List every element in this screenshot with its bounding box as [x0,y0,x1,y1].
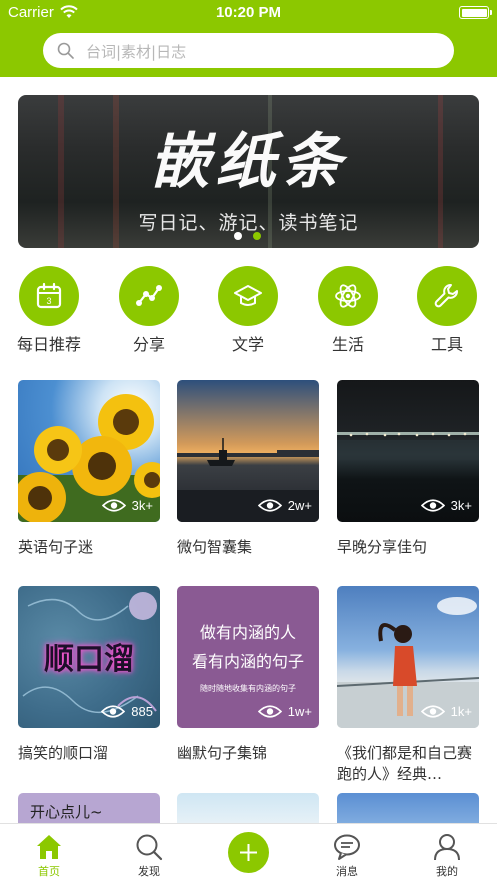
tab-messages[interactable]: 消息 [307,824,387,879]
tab-label: 发现 [138,865,160,878]
card-micro-quotes[interactable]: 2w+ 微句智囊集 [177,380,319,558]
category-tools[interactable]: 工具 [407,266,487,355]
card-cover-rhymes[interactable]: 顺口溜 885 [18,586,160,728]
eye-icon [420,705,445,718]
card-cover-happy[interactable]: 开心点儿~ [18,793,160,823]
category-label: 生活 [331,335,364,354]
category-literature[interactable]: 文学 [208,266,288,355]
tab-label: 消息 [336,865,358,878]
share-graph-icon [136,285,162,306]
view-count-value: 885 [131,704,153,719]
category-row: 3 每日推荐 分享 文学 生活 工具 [0,266,497,356]
wrench-icon [434,284,458,308]
banner-carousel[interactable]: 嵌纸条 写日记、游记、读书笔记 [18,95,479,248]
view-count-value: 1k+ [450,704,472,719]
card-cover-humor[interactable]: 做有内涵的人 看有内涵的句子 随时随地收集有内涵的句子 1w+ [177,586,319,728]
view-count: 1k+ [420,704,472,719]
chat-bubble-icon [334,834,360,860]
card-title: 幽默句子集锦 [177,744,268,762]
view-count: 885 [101,704,153,719]
card-cover-sunset-boat[interactable]: 2w+ [177,380,319,522]
category-label: 每日推荐 [16,335,81,354]
view-count: 2w+ [257,498,312,513]
app-header: Carrier 10:20 PM 台词|素材|日志 [0,0,497,77]
search-input[interactable]: 台词|素材|日志 [43,33,454,68]
banner-title: 嵌纸条 [149,127,348,197]
tab-discover[interactable]: 发现 [109,824,189,879]
banner-subtitle: 写日记、游记、读书笔记 [138,212,359,234]
view-count-value: 3k+ [131,498,153,513]
user-icon [434,834,460,861]
card-title: 英语句子迷 [18,538,94,556]
carousel-dot-active[interactable] [253,232,261,240]
card-racing-ourselves[interactable]: 1k+ 《我们都是和自己赛跑的人》经典… [337,586,479,785]
view-count-value: 1w+ [287,704,312,719]
tab-bar: 首页 发现 消息 我的 [0,823,497,883]
battery-icon [459,6,492,19]
calendar-icon: 3 [36,282,62,309]
cover-line: 看有内涵的句子 [191,652,304,671]
view-count: 3k+ [101,498,153,513]
card-title: 《我们都是和自己赛跑的人》经典… [337,744,473,783]
tab-home[interactable]: 首页 [9,824,89,879]
add-button[interactable] [228,832,269,873]
card-cover-girl-boat[interactable]: 1k+ [337,586,479,728]
category-share[interactable]: 分享 [109,266,189,355]
carousel-dot[interactable] [234,232,242,240]
view-count-value: 3k+ [450,498,472,513]
tab-label: 首页 [38,865,60,878]
eye-icon [257,499,282,512]
status-bar: Carrier 10:20 PM [0,0,497,26]
card-row3-middle[interactable] [177,793,319,823]
card-title: 搞笑的顺口溜 [18,744,109,762]
card-cover-night-harbor[interactable]: 3k+ [337,380,479,522]
view-count: 3k+ [420,498,472,513]
view-count: 1w+ [257,704,312,719]
search-icon [57,42,74,59]
eye-icon [257,705,282,718]
cover-text: 顺口溜 [44,642,134,677]
graduation-cap-icon [234,285,262,306]
card-morning-evening[interactable]: 3k+ 早晚分享佳句 [337,380,479,558]
plus-icon [240,844,257,861]
home-icon [37,835,61,859]
category-daily[interactable]: 3 每日推荐 [9,266,89,355]
svg-text:3: 3 [46,296,51,306]
card-happy[interactable]: 开心点儿~ [18,793,160,823]
cover-line: 随时随地收集有内涵的句子 [200,684,296,693]
card-cover-sunflowers[interactable]: 3k+ [18,380,160,522]
cover-line: 做有内涵的人 [199,623,296,642]
view-count-value: 2w+ [287,498,312,513]
card-cover-blue[interactable] [337,793,479,823]
eye-icon [101,499,126,512]
card-funny-rhymes[interactable]: 顺口溜 885 搞笑的顺口溜 [18,586,160,764]
search-placeholder: 台词|素材|日志 [86,43,187,61]
category-life[interactable]: 生活 [308,266,388,355]
eye-icon [101,705,126,718]
card-cover-sky[interactable] [177,793,319,823]
category-label: 分享 [132,335,165,354]
tab-profile[interactable]: 我的 [407,824,487,879]
carousel-indicator[interactable] [234,232,261,240]
status-time: 10:20 PM [215,4,282,21]
eye-icon [420,499,445,512]
search-icon [136,834,163,861]
category-label: 文学 [231,335,264,354]
card-english-quotes[interactable]: 3k+ 英语句子迷 [18,380,160,558]
card-title: 微句智囊集 [177,538,253,556]
category-label: 工具 [430,335,463,354]
card-row3-right[interactable] [337,793,479,823]
card-humor-quotes[interactable]: 做有内涵的人 看有内涵的句子 随时随地收集有内涵的句子 1w+ 幽默句子集锦 [177,586,319,764]
cover-text: 开心点儿~ [30,803,103,821]
atom-icon [335,284,361,308]
card-title: 早晚分享佳句 [337,538,428,556]
tab-label: 我的 [436,865,458,878]
